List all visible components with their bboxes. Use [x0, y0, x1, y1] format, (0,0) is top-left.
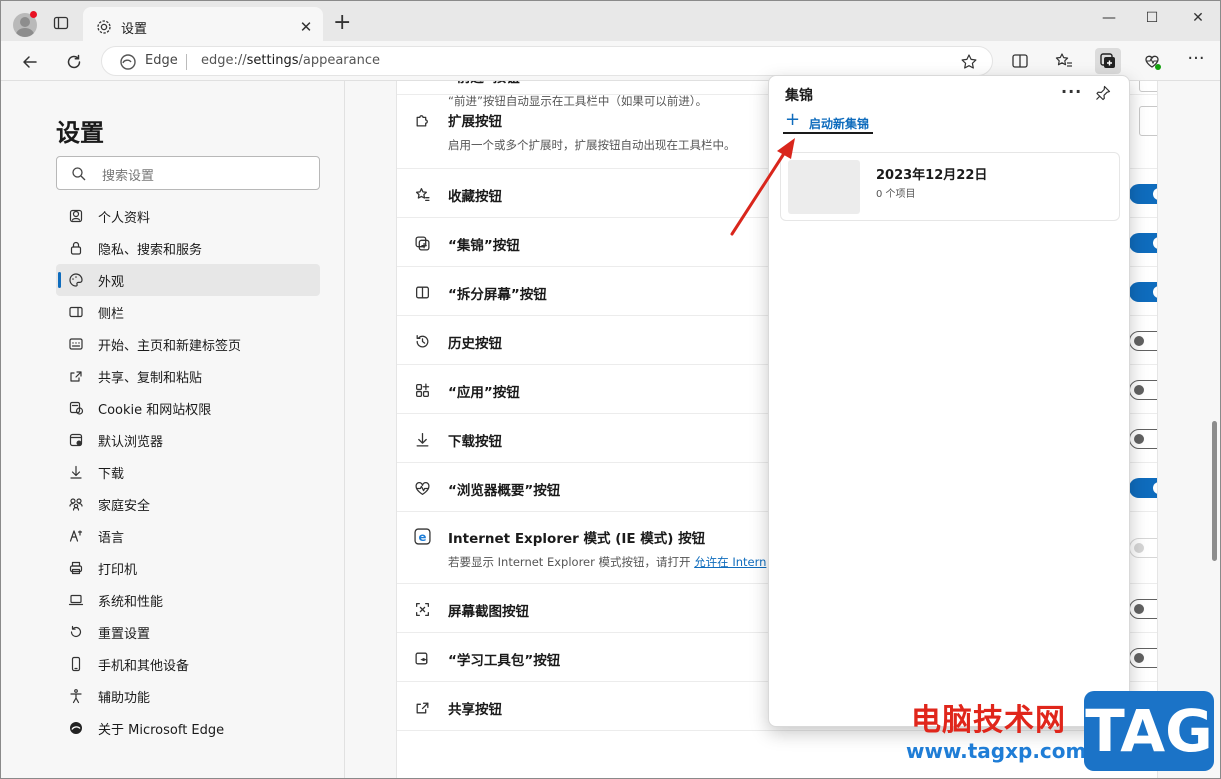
watermark-url: www.tagxp.com — [906, 739, 1087, 763]
annotation-arrow — [730, 138, 795, 236]
browser-window: 设置 ✕ + — ☐ ✕ Edge edge://settings/appear… — [0, 0, 1221, 779]
watermark-text: 电脑技术网 — [911, 703, 1066, 738]
watermark-logo: TAG — [1084, 691, 1214, 771]
